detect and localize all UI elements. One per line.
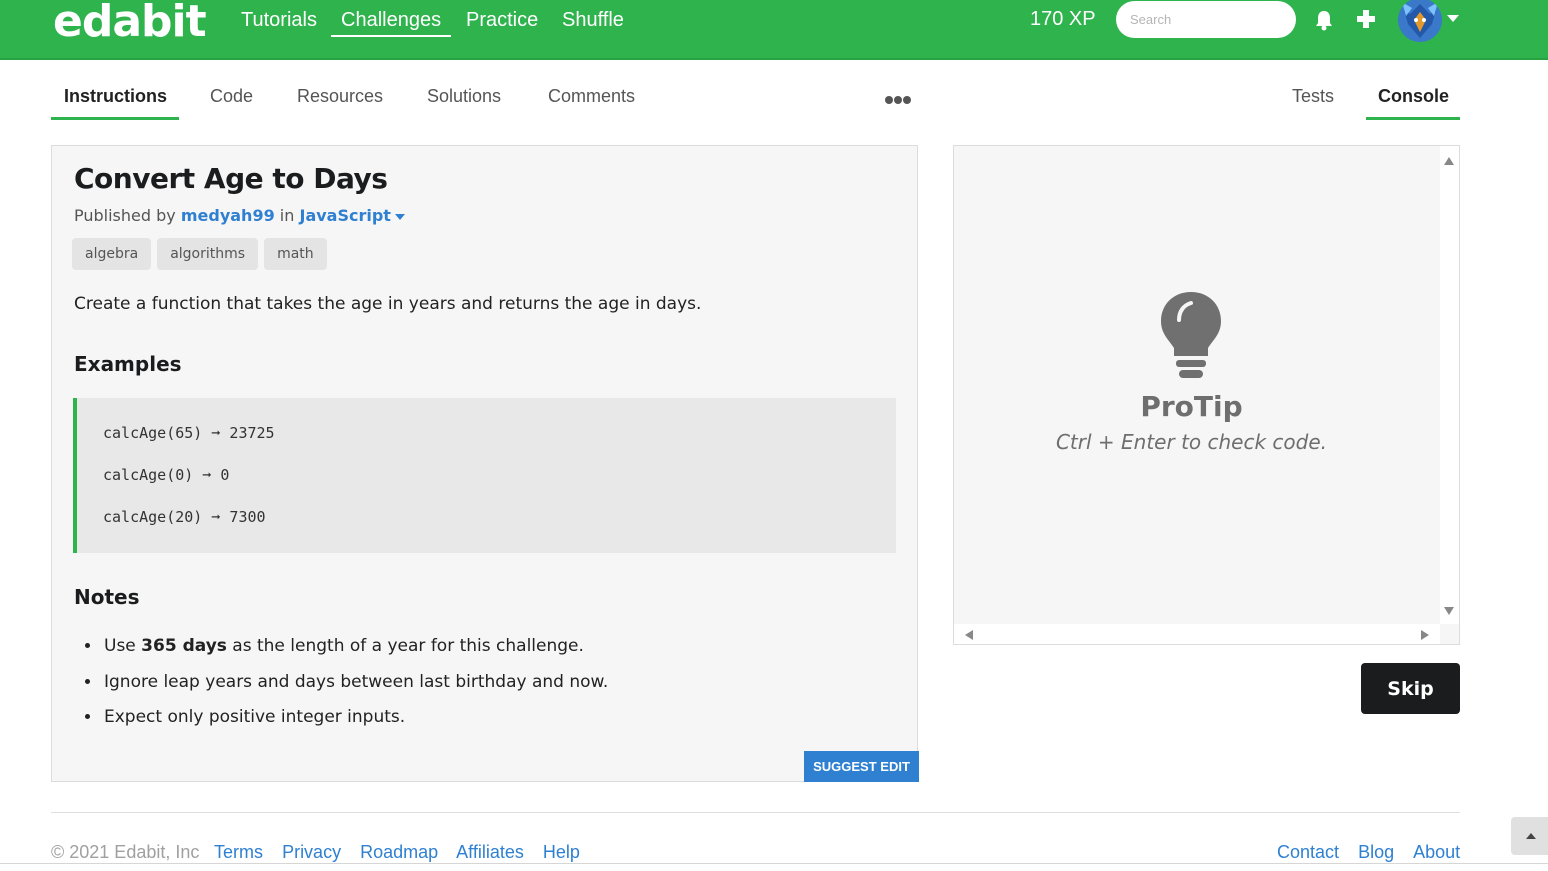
footer-link-privacy[interactable]: Privacy [282, 842, 341, 862]
author-link[interactable]: medyah99 [181, 206, 275, 225]
footer-link-about[interactable]: About [1413, 842, 1460, 862]
note-item: Use 365 days as the length of a year for… [102, 636, 608, 672]
example-line: calcAge(0) ➞ 0 [103, 466, 230, 484]
tag-math[interactable]: math [264, 238, 327, 270]
scroll-left-arrow-icon[interactable] [965, 630, 973, 640]
protip-text: Ctrl + Enter to check code. [1055, 430, 1328, 454]
note-item: Ignore leap years and days between last … [102, 672, 608, 708]
footer-link-roadmap[interactable]: Roadmap [360, 842, 438, 862]
console-panel[interactable]: ProTip Ctrl + Enter to check code. [953, 145, 1460, 645]
plus-icon[interactable] [1355, 8, 1377, 30]
note-text: Use [104, 636, 142, 656]
caret-down-icon [394, 213, 405, 220]
xp-counter[interactable]: 170 XP [1030, 8, 1096, 31]
tab-comments[interactable]: Comments [548, 86, 635, 120]
instructions-panel: Convert Age to Days Published by medyah9… [51, 145, 919, 782]
language-label: JavaScript [299, 206, 391, 225]
top-navbar: edabit Tutorials Challenges Practice Shu… [0, 0, 1548, 60]
published-prefix: Published by [74, 206, 176, 225]
scroll-right-arrow-icon[interactable] [1421, 630, 1429, 640]
tab-code[interactable]: Code [210, 86, 253, 120]
footer-link-blog[interactable]: Blog [1358, 842, 1394, 862]
language-dropdown[interactable]: JavaScript [299, 206, 405, 225]
tab-console[interactable]: Console [1366, 86, 1460, 120]
nav-link-practice[interactable]: Practice [466, 8, 538, 36]
examples-heading: Examples [74, 352, 182, 376]
suggest-edit-button[interactable]: SUGGEST EDIT [804, 751, 919, 782]
scroll-down-arrow-icon[interactable] [1444, 607, 1454, 615]
footer-link-help[interactable]: Help [543, 842, 580, 862]
window-bottom-edge [0, 863, 1548, 864]
footer-right: Contact Blog About [1263, 842, 1460, 863]
arrow-up-icon [1526, 833, 1536, 839]
footer-left: © 2021 Edabit, Inc Terms Privacy Roadmap… [51, 842, 594, 863]
nav-link-tutorials[interactable]: Tutorials [241, 8, 317, 36]
vertical-scrollbar[interactable] [1440, 146, 1459, 624]
examples-code-block: calcAge(65) ➞ 23725 calcAge(0) ➞ 0 calcA… [73, 398, 896, 553]
nav-link-challenges[interactable]: Challenges [331, 8, 452, 37]
notes-list: Use 365 days as the length of a year for… [102, 636, 608, 743]
edabit-logo[interactable]: edabit [53, 0, 207, 44]
note-text: as the length of a year for this challen… [226, 636, 584, 656]
tag-algorithms[interactable]: algorithms [157, 238, 259, 270]
copyright-text: © 2021 Edabit, Inc [51, 842, 200, 862]
tag-list: algebra algorithms math [72, 238, 327, 270]
note-item: Expect only positive integer inputs. [102, 707, 608, 743]
footer-divider [51, 812, 1460, 813]
footer-link-contact[interactable]: Contact [1277, 842, 1339, 862]
ellipsis-icon[interactable] [884, 95, 912, 105]
bell-icon[interactable] [1314, 9, 1334, 31]
scroll-up-arrow-icon[interactable] [1444, 157, 1454, 165]
note-text: Expect only positive integer inputs. [104, 707, 406, 727]
published-line: Published by medyah99 in JavaScript [74, 206, 405, 225]
note-bold-text: 365 days [141, 636, 227, 656]
avatar-image [1398, 0, 1442, 42]
published-in: in [279, 206, 295, 225]
example-line: calcAge(20) ➞ 7300 [103, 508, 266, 526]
lightbulb-icon [1161, 292, 1221, 378]
tab-solutions[interactable]: Solutions [427, 86, 501, 120]
note-text: Ignore leap years and days between last … [104, 671, 609, 692]
challenge-title: Convert Age to Days [74, 162, 388, 195]
notes-heading: Notes [74, 585, 140, 609]
footer-link-terms[interactable]: Terms [214, 842, 263, 862]
footer-link-affiliates[interactable]: Affiliates [456, 842, 524, 862]
challenge-description: Create a function that takes the age in … [74, 294, 702, 314]
example-line: calcAge(65) ➞ 23725 [103, 424, 275, 442]
protip-title: ProTip [1140, 390, 1243, 423]
nav-link-shuffle[interactable]: Shuffle [562, 8, 624, 36]
skip-button[interactable]: Skip [1361, 663, 1460, 714]
tab-resources[interactable]: Resources [297, 86, 383, 120]
tab-tests[interactable]: Tests [1292, 86, 1334, 120]
caret-down-icon[interactable] [1447, 15, 1459, 22]
scroll-to-top-button[interactable] [1511, 817, 1548, 855]
user-avatar[interactable] [1398, 0, 1442, 42]
tab-instructions[interactable]: Instructions [51, 86, 179, 120]
horizontal-scrollbar[interactable] [954, 624, 1440, 644]
tag-algebra[interactable]: algebra [72, 238, 152, 270]
search-input[interactable] [1116, 1, 1296, 38]
